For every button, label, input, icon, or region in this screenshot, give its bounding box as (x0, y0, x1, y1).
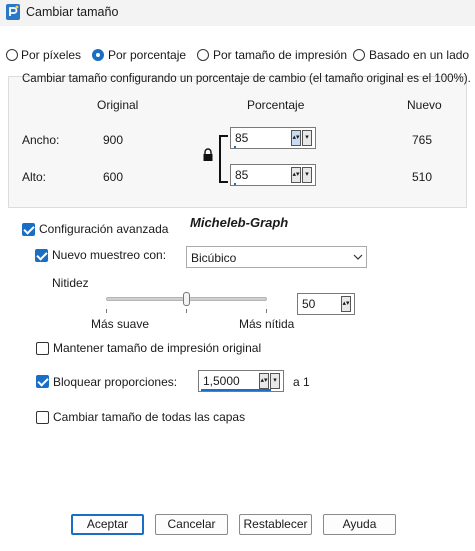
progress-marker (234, 183, 236, 185)
radio-print-size-label[interactable]: Por tamaño de impresión (213, 48, 347, 62)
advanced-checkbox[interactable] (22, 223, 35, 236)
lock-ratio-checkbox[interactable] (36, 375, 49, 388)
progress-marker (234, 146, 236, 148)
all-layers-label[interactable]: Cambiar tamaño de todas las capas (53, 410, 245, 424)
ratio-spinner[interactable]: 1,5000 ▴▾ ▾ (198, 370, 284, 392)
ratio-value[interactable]: 1,5000 (203, 374, 240, 388)
cancel-button[interactable]: Cancelar (155, 514, 228, 535)
keep-print-size-checkbox[interactable] (36, 342, 49, 355)
focus-underline (201, 389, 271, 391)
radio-print-size[interactable] (197, 49, 209, 61)
keep-print-size-label[interactable]: Mantener tamaño de impresión original (53, 341, 261, 355)
app-icon (6, 4, 20, 20)
help-button[interactable]: Ayuda (323, 514, 396, 535)
lock-ratio-label[interactable]: Bloquear proporciones: (53, 375, 177, 389)
link-bracket (219, 135, 228, 183)
chevron-down-icon (353, 254, 363, 260)
radio-one-side[interactable] (353, 49, 365, 61)
radio-percent[interactable] (92, 49, 104, 61)
advanced-label[interactable]: Configuración avanzada (39, 222, 168, 236)
height-label: Alto: (22, 170, 47, 184)
width-percent-spinner[interactable]: 85 ▴▾ ▾ (230, 127, 316, 149)
sharpness-label: Nitidez (52, 276, 89, 290)
slider-tick (266, 309, 267, 313)
radio-pixels[interactable] (6, 49, 18, 61)
reset-button[interactable]: Restablecer (239, 514, 312, 535)
slider-tick (186, 309, 187, 313)
ratio-suffix: a 1 (293, 375, 310, 389)
height-new: 510 (412, 170, 433, 184)
column-original: Original (97, 98, 139, 112)
height-percent-spinner[interactable]: 85 ▴▾ ▾ (230, 164, 316, 186)
height-original: 600 (103, 170, 124, 184)
resample-label[interactable]: Nuevo muestreo con: (52, 248, 166, 262)
lock-icon[interactable] (202, 148, 214, 162)
resample-value: Bicúbico (191, 251, 237, 265)
dropdown-arrow-icon[interactable]: ▾ (302, 130, 312, 146)
column-new: Nuevo (407, 98, 442, 112)
sharpness-value[interactable]: 50 (302, 297, 315, 311)
spin-arrows-icon[interactable]: ▴▾ (291, 167, 301, 183)
resample-select[interactable]: Bicúbico (186, 246, 367, 268)
dropdown-arrow-icon[interactable]: ▾ (302, 167, 312, 183)
resample-checkbox[interactable] (35, 249, 48, 262)
group-legend: Cambiar tamaño configurando un porcentaj… (22, 73, 471, 85)
accept-button[interactable]: Aceptar (71, 514, 144, 535)
all-layers-checkbox[interactable] (36, 411, 49, 424)
spin-arrows-icon[interactable]: ▴▾ (291, 130, 301, 146)
height-percent-value[interactable]: 85 (235, 168, 248, 182)
column-percent: Porcentaje (247, 98, 305, 112)
spin-arrows-icon[interactable]: ▴▾ (341, 296, 351, 312)
sharpness-spinner[interactable]: 50 ▴▾ (297, 293, 355, 315)
window-title: Cambiar tamaño (26, 5, 119, 19)
radio-percent-label[interactable]: Por porcentaje (108, 48, 186, 62)
spin-arrows-icon[interactable]: ▴▾ (259, 373, 269, 389)
sharpness-max-label: Más nítida (239, 317, 295, 331)
slider-tick (106, 309, 107, 313)
radio-one-side-label[interactable]: Basado en un lado (369, 48, 469, 62)
width-label: Ancho: (22, 133, 60, 147)
sharpness-min-label: Más suave (91, 317, 150, 331)
width-percent-value[interactable]: 85 (235, 131, 248, 145)
watermark-text: Micheleb-Graph (190, 215, 289, 230)
width-original: 900 (103, 133, 124, 147)
radio-pixels-label[interactable]: Por píxeles (21, 48, 81, 62)
sharpness-slider-thumb[interactable] (183, 292, 190, 306)
dropdown-arrow-icon[interactable]: ▾ (270, 373, 280, 389)
width-new: 765 (412, 133, 433, 147)
